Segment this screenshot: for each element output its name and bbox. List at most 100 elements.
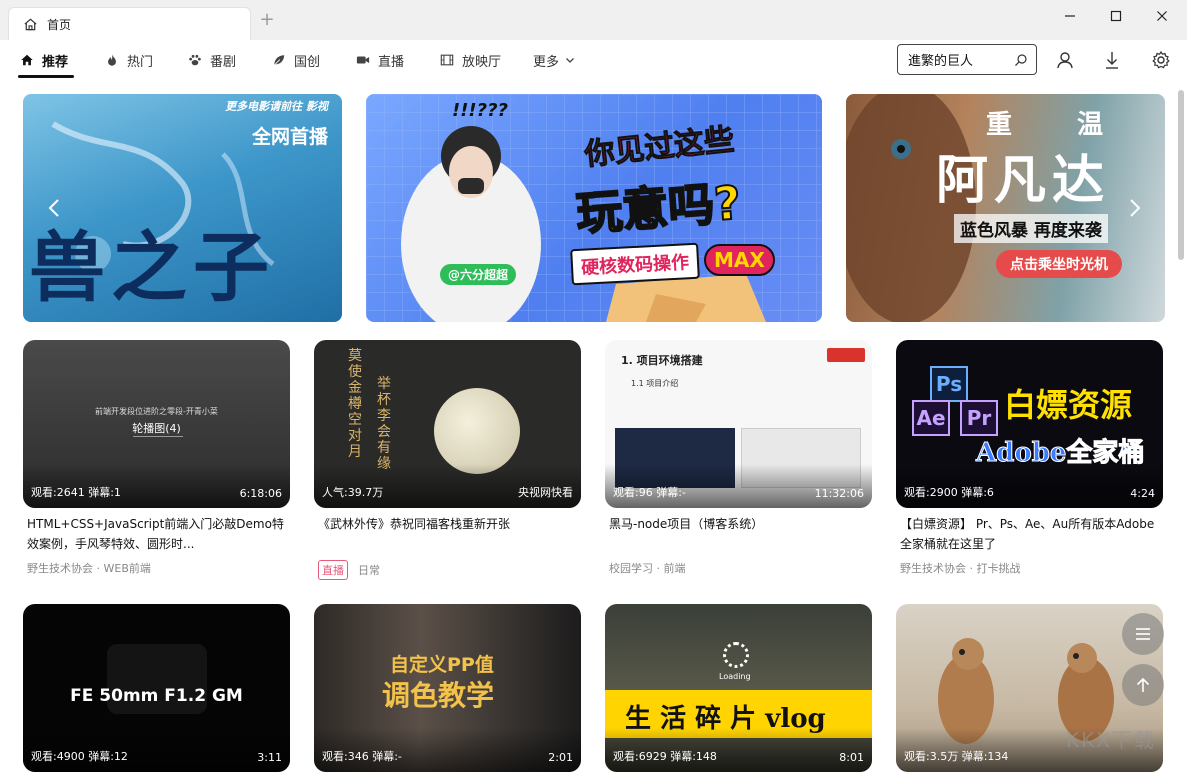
chevron-down-icon — [566, 58, 574, 63]
video-category: 日常 — [358, 564, 380, 577]
list-icon — [1136, 628, 1150, 640]
ps-logo: Ps — [930, 366, 968, 402]
video-card[interactable]: 莫使金樽空对月 举杯李会有缘 人气:39.7万 央视网快看 《武林外传》恭祝同福… — [314, 340, 581, 580]
video-stats: 人气:39.7万 — [322, 486, 384, 499]
nav-label: 放映厅 — [462, 54, 502, 70]
nav-item-anime[interactable]: 番剧 — [188, 40, 236, 80]
video-title[interactable]: 【白嫖资源】 Pr、Ps、Ae、Au所有版本Adobe全家桶就在这里了 — [896, 514, 1163, 554]
banner-caption: !!!??? — [452, 100, 508, 121]
video-card[interactable]: FE 50mm F1.2 GM 观看:4900 弹幕:12 3:11 — [23, 604, 290, 772]
nav-label: 更多 — [533, 54, 560, 70]
nav-item-guochuang[interactable]: 国创 — [272, 40, 320, 80]
new-tab-button[interactable]: + — [258, 11, 276, 29]
banner-avatar[interactable]: 重 温 阿凡达 蓝色风暴 再度来袭 点击乘坐时光机 — [846, 94, 1165, 322]
arrow-up-icon — [1136, 677, 1150, 692]
video-stats: 观看:2641 弹幕:1 — [31, 486, 121, 499]
video-card[interactable]: 前端开发段位进阶之零段-开青小菜 轮播图(4) 观看:2641 弹幕:1 6:1… — [23, 340, 290, 576]
download-icon[interactable] — [1102, 50, 1122, 70]
banner-author: @六分超超 — [440, 264, 517, 285]
chevron-right-icon[interactable] — [1122, 196, 1146, 220]
nav-item-recommend[interactable]: 推荐 — [20, 40, 68, 80]
video-category: 野生技术协会 · WEB前端 — [27, 562, 151, 575]
film-icon — [440, 54, 454, 66]
video-thumbnail[interactable]: Ps Ae Pr 白嫖资源 Adobe全家桶 观看:2900 弹幕:6 4:24 — [896, 340, 1163, 508]
scrollbar-thumb[interactable] — [1178, 90, 1184, 260]
video-camera-icon — [356, 56, 370, 64]
gear-icon[interactable] — [1151, 50, 1171, 70]
banner-tag: 硬核数码操作 — [570, 242, 700, 286]
video-thumbnail[interactable]: FE 50mm F1.2 GM 观看:4900 弹幕:12 3:11 — [23, 604, 290, 772]
video-card[interactable]: Loading 生 活 碎 片 vlog 观看:6929 弹幕:148 8:01 — [605, 604, 872, 772]
banner-title: 兽之子 — [29, 223, 275, 312]
nav-label: 国创 — [294, 54, 321, 70]
list-view-button[interactable] — [1122, 613, 1164, 655]
watermark: KKX下载 — [1066, 728, 1156, 752]
video-stats: 观看:4900 弹幕:12 — [31, 750, 128, 763]
video-card[interactable]: 1. 项目环境搭建 1.1 项目介绍 观看:96 弹幕:- 11:32:06 黑… — [605, 340, 872, 576]
nav-item-hot[interactable]: 热门 — [105, 40, 153, 80]
thumb-divider — [133, 436, 183, 437]
close-button[interactable] — [1150, 6, 1174, 26]
tab-home[interactable]: 首页 — [8, 7, 251, 40]
video-category: 野生技术协会 · 打卡挑战 — [900, 562, 1021, 575]
video-title[interactable]: HTML+CSS+JavaScript前端入门必敲Demo特效案例，手风琴特效、… — [23, 514, 290, 554]
nav-item-cinema[interactable]: 放映厅 — [440, 40, 501, 80]
video-card[interactable]: Ps Ae Pr 白嫖资源 Adobe全家桶 观看:2900 弹幕:6 4:24… — [896, 340, 1163, 576]
thumb-poem-right: 举杯李会有缘 — [377, 376, 391, 472]
close-icon — [1157, 11, 1167, 21]
video-stats: 观看:2900 弹幕:6 — [904, 486, 994, 499]
banner-beastars[interactable]: 更多电影请前往 影视 全网首播 兽之子 — [23, 94, 342, 322]
live-badge: 直播 — [318, 560, 348, 580]
title-bar: 首页 + — [0, 0, 1187, 40]
video-thumbnail[interactable]: 1. 项目环境搭建 1.1 项目介绍 观看:96 弹幕:- 11:32:06 — [605, 340, 872, 508]
thumb-line: 前端开发段位进阶之零段-开青小菜 — [95, 407, 218, 416]
video-thumbnail[interactable]: 自定义PP值 调色教学 观看:346 弹幕:- 2:01 — [314, 604, 581, 772]
search-icon[interactable] — [1014, 53, 1028, 67]
video-stats: 观看:3.5万 弹幕:134 — [904, 750, 1009, 763]
thumb-sub: 1.1 项目介绍 — [631, 379, 679, 388]
banner-title: 阿凡达 — [936, 150, 1111, 211]
video-meta: 野生技术协会 · WEB前端 — [23, 560, 290, 576]
video-meta: 野生技术协会 · 打卡挑战 — [896, 560, 1163, 576]
chevron-left-icon[interactable] — [43, 196, 67, 220]
fire-icon — [108, 54, 116, 66]
loading-label: Loading — [719, 672, 751, 681]
thumb-heading: 1. 项目环境搭建 — [621, 354, 703, 367]
nav-item-more[interactable]: 更多 — [533, 40, 575, 80]
home-icon — [24, 18, 37, 30]
thumb-poem-left: 莫使金樽空对月 — [348, 348, 362, 460]
video-stats: 观看:346 弹幕:- — [322, 750, 402, 763]
banner-headline-2: 玩意吗? — [574, 174, 744, 241]
maximize-button[interactable] — [1104, 6, 1128, 26]
video-title[interactable]: 黑马-node项目（博客系统） — [605, 514, 872, 554]
video-thumbnail[interactable]: 前端开发段位进阶之零段-开青小菜 轮播图(4) 观看:2641 弹幕:1 6:1… — [23, 340, 290, 508]
search-value: 進繁的巨人 — [908, 54, 974, 69]
minimize-button[interactable] — [1058, 6, 1082, 26]
thumb-big-text: 白嫖资源 — [1004, 386, 1133, 424]
banner-headline: 全网首播 — [251, 126, 328, 148]
video-stats: 观看:6929 弹幕:148 — [613, 750, 717, 763]
back-to-top-button[interactable] — [1122, 664, 1164, 706]
user-icon[interactable] — [1055, 50, 1075, 70]
video-duration: 11:32:06 — [814, 487, 864, 500]
nav-item-live[interactable]: 直播 — [356, 40, 404, 80]
thumb-line: 轮播图(4) — [132, 422, 181, 435]
banner-gadgets[interactable]: !!!??? 你见过这些 玩意吗? 硬核数码操作 MAX @六分超超 — [366, 94, 822, 322]
search-input[interactable]: 進繁的巨人 — [897, 44, 1037, 75]
video-title[interactable]: 《武林外传》恭祝同福客栈重新开张 — [314, 514, 581, 554]
video-thumbnail[interactable]: Loading 生 活 碎 片 vlog 观看:6929 弹幕:148 8:01 — [605, 604, 872, 772]
banner-corner-text: 更多电影请前往 影视 — [225, 100, 328, 113]
banner-subtitle: 蓝色风暴 再度来袭 — [954, 214, 1108, 243]
banner-cta-button[interactable]: 点击乘坐时光机 — [996, 250, 1122, 278]
thumb-line2: 调色教学 — [382, 679, 495, 712]
video-thumbnail[interactable]: 莫使金樽空对月 举杯李会有缘 人气:39.7万 央视网快看 — [314, 340, 581, 508]
video-meta: 校园学习 · 前端 — [605, 560, 872, 576]
video-card[interactable]: 自定义PP值 调色教学 观看:346 弹幕:- 2:01 — [314, 604, 581, 772]
video-source: 央视网快看 — [518, 486, 573, 499]
banner-top: 重 温 — [986, 110, 1132, 140]
thumb-text: FE 50mm F1.2 GM — [70, 686, 243, 706]
loading-spinner-icon — [723, 642, 749, 668]
leaf-icon — [273, 55, 285, 66]
ae-logo: Ae — [912, 400, 950, 436]
video-meta: 直播 日常 — [314, 560, 581, 580]
